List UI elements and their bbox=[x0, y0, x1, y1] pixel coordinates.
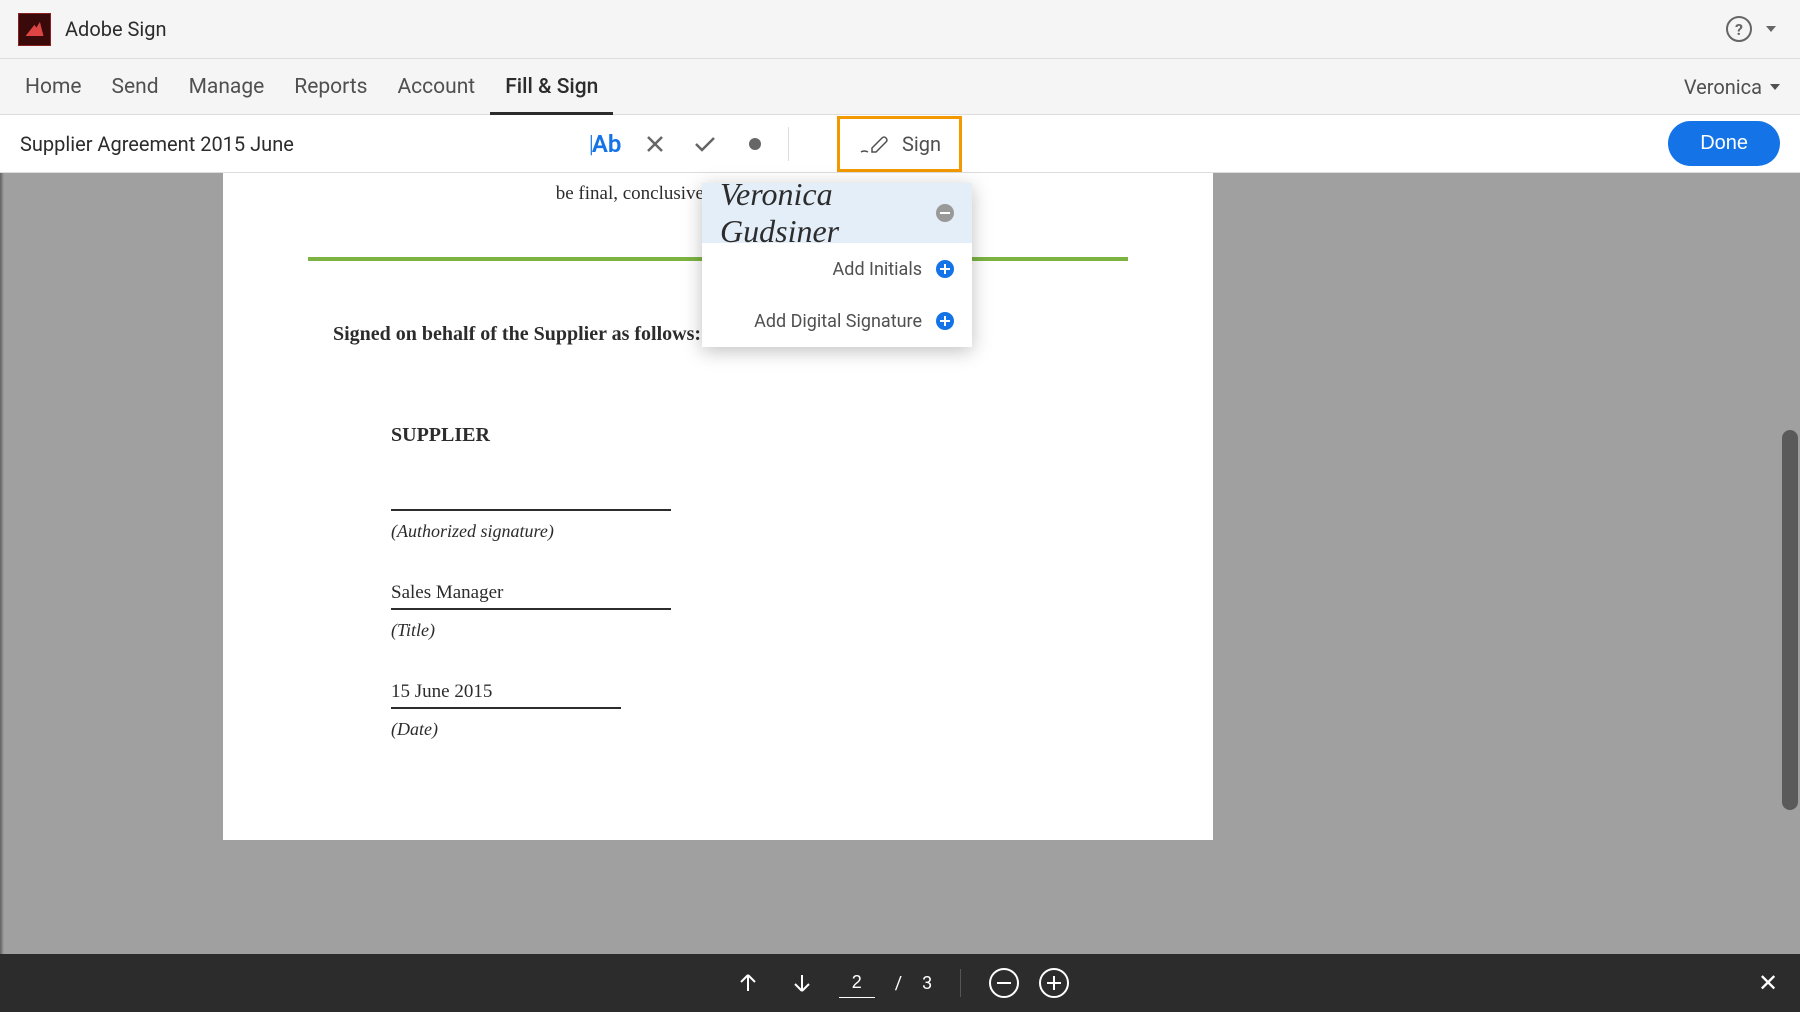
user-dropdown[interactable]: Veronica bbox=[1684, 75, 1790, 99]
user-name: Veronica bbox=[1684, 75, 1762, 99]
app-title: Adobe Sign bbox=[65, 17, 167, 41]
zoom-out-button[interactable] bbox=[989, 968, 1019, 998]
help-icon[interactable]: ? bbox=[1726, 16, 1752, 42]
nav-tab-manage[interactable]: Manage bbox=[174, 59, 280, 115]
bottom-divider bbox=[960, 969, 961, 997]
document-date-label: (Date) bbox=[391, 719, 1213, 740]
remove-signature-icon[interactable] bbox=[936, 204, 954, 222]
document-signature-line bbox=[391, 509, 671, 511]
document-date-value: 15 June 2015 bbox=[391, 681, 621, 709]
nav-tab-home[interactable]: Home bbox=[10, 59, 97, 115]
page-separator: / bbox=[895, 973, 902, 994]
nav-tab-reports[interactable]: Reports bbox=[279, 59, 382, 115]
header-right: ? bbox=[1726, 16, 1782, 42]
add-initials-label: Add Initials bbox=[833, 259, 922, 280]
document-supplier-label: SUPPLIER bbox=[391, 424, 1213, 447]
toolbar: Supplier Agreement 2015 June |Ab Sign Do… bbox=[0, 115, 1800, 173]
done-button[interactable]: Done bbox=[1668, 121, 1780, 166]
bottom-page-bar: / 3 ✕ bbox=[0, 954, 1800, 1012]
zoom-in-button[interactable] bbox=[1039, 968, 1069, 998]
add-digital-signature-option[interactable]: Add Digital Signature bbox=[702, 295, 972, 347]
app-logo-icon bbox=[18, 13, 51, 46]
document-title-label: (Title) bbox=[391, 620, 1213, 641]
page-down-button[interactable] bbox=[785, 966, 819, 1000]
document-scrollbar[interactable] bbox=[1782, 430, 1798, 810]
close-button[interactable]: ✕ bbox=[1756, 969, 1780, 997]
page-number-input[interactable] bbox=[839, 968, 875, 998]
nav-tab-send[interactable]: Send bbox=[97, 59, 174, 115]
document-name: Supplier Agreement 2015 June bbox=[20, 132, 294, 156]
x-mark-tool[interactable] bbox=[630, 124, 680, 164]
document-auth-sig-label: (Authorized signature) bbox=[391, 521, 1213, 542]
toolbar-divider bbox=[788, 127, 789, 161]
header-bar: Adobe Sign ? bbox=[0, 0, 1800, 59]
signature-option[interactable]: Veronica Gudsiner bbox=[702, 183, 972, 243]
nav-bar: Home Send Manage Reports Account Fill & … bbox=[0, 59, 1800, 115]
left-edge-shadow bbox=[0, 173, 4, 954]
add-digital-signature-label: Add Digital Signature bbox=[754, 311, 922, 332]
sign-pen-icon bbox=[858, 132, 888, 156]
page-up-button[interactable] bbox=[731, 966, 765, 1000]
document-title-value: Sales Manager bbox=[391, 582, 671, 610]
signature-name: Veronica Gudsiner bbox=[720, 176, 936, 250]
sign-button-label: Sign bbox=[902, 132, 941, 156]
dot-tool[interactable] bbox=[730, 124, 780, 164]
nav-tab-fill-sign[interactable]: Fill & Sign bbox=[490, 59, 613, 115]
page-total: 3 bbox=[922, 973, 932, 994]
check-mark-tool[interactable] bbox=[680, 124, 730, 164]
arrow-down-icon bbox=[790, 971, 814, 995]
add-initials-option[interactable]: Add Initials bbox=[702, 243, 972, 295]
nav-tabs: Home Send Manage Reports Account Fill & … bbox=[10, 59, 613, 115]
arrow-up-icon bbox=[736, 971, 760, 995]
text-tool[interactable]: |Ab bbox=[580, 124, 630, 164]
check-icon bbox=[693, 134, 717, 154]
add-initials-plus-icon bbox=[936, 260, 954, 278]
dot-icon bbox=[748, 137, 762, 151]
sign-button[interactable]: Sign bbox=[837, 116, 962, 172]
x-icon bbox=[645, 134, 665, 154]
user-dropdown-caret-icon bbox=[1770, 84, 1780, 90]
sign-dropdown: Veronica Gudsiner Add Initials Add Digit… bbox=[702, 183, 972, 347]
header-left: Adobe Sign bbox=[18, 13, 167, 46]
toolbar-center: |Ab Sign bbox=[580, 116, 962, 172]
nav-tab-account[interactable]: Account bbox=[382, 59, 490, 115]
add-digital-signature-plus-icon bbox=[936, 312, 954, 330]
header-menu-caret-icon[interactable] bbox=[1766, 26, 1776, 32]
